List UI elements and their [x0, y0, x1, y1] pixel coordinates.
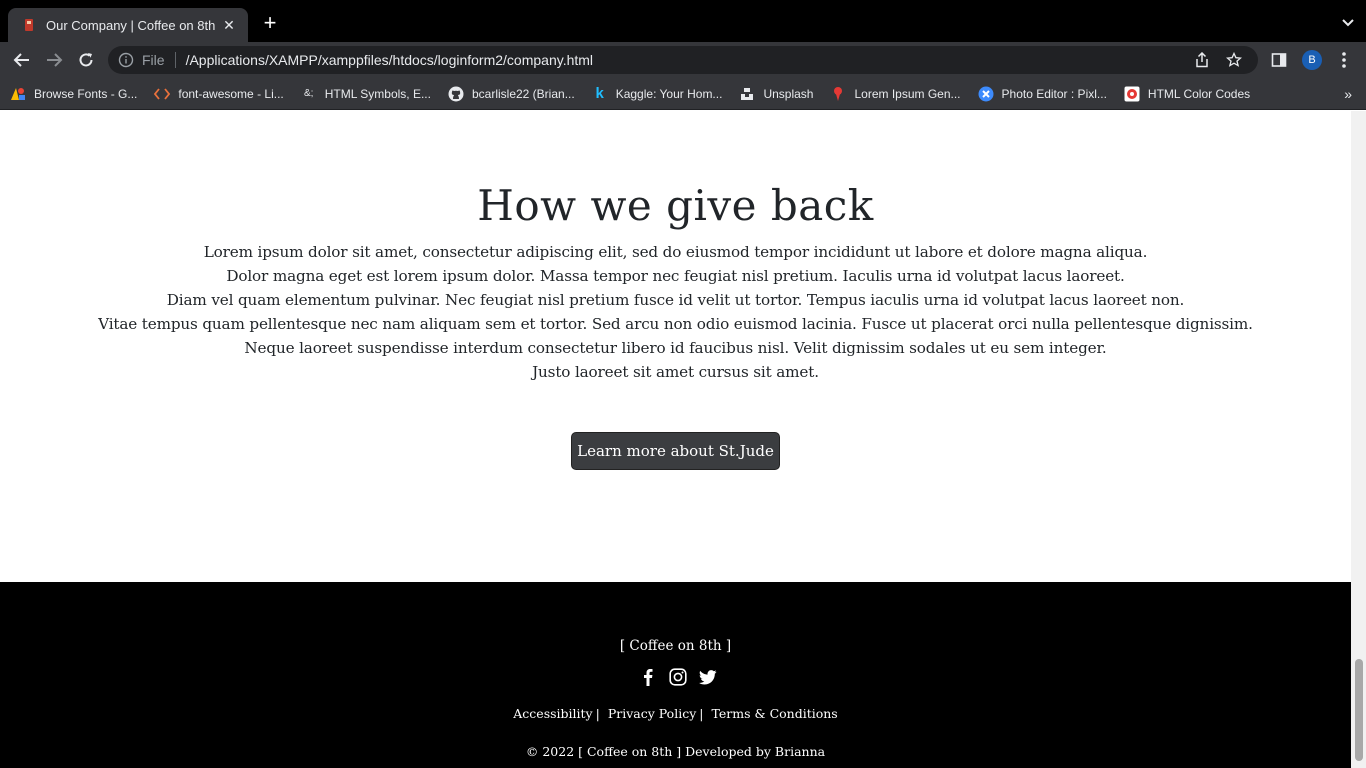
twitter-icon[interactable]	[698, 667, 718, 687]
section-body: Lorem ipsum dolor sit amet, consectetur …	[0, 240, 1351, 384]
section-heading: How we give back	[477, 181, 874, 230]
pixlr-icon	[978, 86, 994, 102]
site-footer: [ Coffee on 8th ] Accessibility | Privac…	[0, 582, 1351, 768]
accessibility-link[interactable]: Accessibility	[513, 706, 592, 721]
bookmark-label: font-awesome - Li...	[178, 86, 284, 101]
bookmark-label: HTML Symbols, E...	[324, 86, 431, 101]
scrollbar-thumb[interactable]	[1355, 659, 1363, 761]
bookmark-html-symbols[interactable]: &; HTML Symbols, E...	[301, 86, 431, 102]
page-scrollbar[interactable]	[1351, 111, 1366, 768]
side-panel-icon[interactable]	[1271, 52, 1287, 68]
code-brackets-icon	[154, 86, 171, 102]
bookmarks-bar: Browse Fonts - G... font-awesome - Li...…	[0, 78, 1366, 110]
bookmark-github[interactable]: bcarlisle22 (Brian...	[448, 86, 575, 102]
tab-title: Our Company | Coffee on 8th	[46, 17, 216, 33]
body-line: Diam vel quam elementum pulvinar. Nec fe…	[166, 291, 1185, 309]
share-icon[interactable]	[1194, 52, 1210, 68]
tab-close-icon[interactable]: ✕	[220, 17, 238, 34]
footer-brand: [ Coffee on 8th ]	[619, 638, 732, 654]
kebab-menu-icon[interactable]	[1337, 50, 1351, 70]
body-line: Neque laoreet suspendisse interdum conse…	[244, 339, 1107, 357]
link-separator: |	[595, 706, 600, 721]
bookmark-unsplash[interactable]: Unsplash	[739, 86, 813, 102]
lorem-ipsum-icon	[830, 86, 846, 102]
new-tab-icon[interactable]: +	[258, 12, 282, 36]
address-divider	[174, 52, 176, 68]
color-codes-icon	[1124, 86, 1140, 102]
bookmark-label: Kaggle: Your Hom...	[615, 86, 723, 101]
tab-search-chevron-icon[interactable]	[1340, 14, 1356, 30]
facebook-icon[interactable]	[638, 667, 658, 687]
address-bar[interactable]: File /Applications/XAMPP/xamppfiles/htdo…	[108, 46, 1258, 74]
bookmark-kaggle[interactable]: k Kaggle: Your Hom...	[592, 85, 723, 102]
bookmark-label: Browse Fonts - G...	[34, 86, 138, 101]
bookmark-font-awesome[interactable]: font-awesome - Li...	[154, 86, 284, 102]
body-line: Dolor magna eget est lorem ipsum dolor. …	[226, 267, 1125, 285]
browser-toolbar: File /Applications/XAMPP/xamppfiles/htdo…	[0, 42, 1366, 78]
copyright-text: © 2022 [ Coffee on 8th ] Developed by Br…	[525, 744, 826, 759]
google-fonts-icon	[10, 86, 26, 102]
tab-strip: Our Company | Coffee on 8th ✕ +	[0, 0, 1366, 42]
link-separator: |	[699, 706, 704, 721]
bookmark-lorem-ipsum[interactable]: Lorem Ipsum Gen...	[830, 86, 961, 102]
terms-conditions-link[interactable]: Terms & Conditions	[711, 706, 837, 721]
social-links	[638, 667, 718, 687]
bookmark-pixlr[interactable]: Photo Editor : Pixl...	[978, 86, 1107, 102]
info-icon[interactable]	[118, 52, 134, 68]
forward-arrow-icon[interactable]	[44, 50, 64, 70]
bookmark-label: Lorem Ipsum Gen...	[854, 86, 961, 101]
bookmark-label: Photo Editor : Pixl...	[1001, 86, 1107, 101]
coffee-favicon-icon	[22, 18, 36, 32]
bookmark-google-fonts[interactable]: Browse Fonts - G...	[10, 86, 137, 102]
bookmark-label: HTML Color Codes	[1147, 86, 1251, 101]
scheme-label: File	[142, 52, 165, 68]
privacy-policy-link[interactable]: Privacy Policy	[608, 706, 696, 721]
reload-icon[interactable]	[76, 50, 96, 70]
bookmark-label: bcarlisle22 (Brian...	[471, 86, 575, 101]
bookmark-star-icon[interactable]	[1226, 52, 1242, 68]
learn-more-button[interactable]: Learn more about St.Jude	[571, 432, 780, 470]
bookmark-label: Unsplash	[763, 86, 814, 101]
github-icon	[448, 86, 464, 102]
profile-avatar[interactable]: B	[1302, 50, 1322, 70]
bookmark-html-color-codes[interactable]: HTML Color Codes	[1124, 86, 1250, 102]
ampersand-icon: &;	[304, 88, 314, 99]
instagram-icon[interactable]	[668, 667, 688, 687]
body-line: Lorem ipsum dolor sit amet, consectetur …	[203, 243, 1148, 261]
unsplash-icon	[739, 86, 755, 102]
bookmarks-overflow-icon[interactable]: »	[1344, 86, 1352, 102]
url-text[interactable]: /Applications/XAMPP/xamppfiles/htdocs/lo…	[186, 52, 1194, 68]
kaggle-icon: k	[595, 85, 604, 102]
body-line: Vitae tempus quam pellentesque nec nam a…	[98, 315, 1253, 333]
back-arrow-icon[interactable]	[12, 50, 32, 70]
browser-tab[interactable]: Our Company | Coffee on 8th ✕	[8, 8, 248, 42]
footer-links: Accessibility | Privacy Policy | Terms &…	[0, 706, 1351, 721]
body-line: Justo laoreet sit amet cursus sit amet.	[532, 363, 819, 381]
page-viewport: How we give back Lorem ipsum dolor sit a…	[0, 111, 1351, 768]
